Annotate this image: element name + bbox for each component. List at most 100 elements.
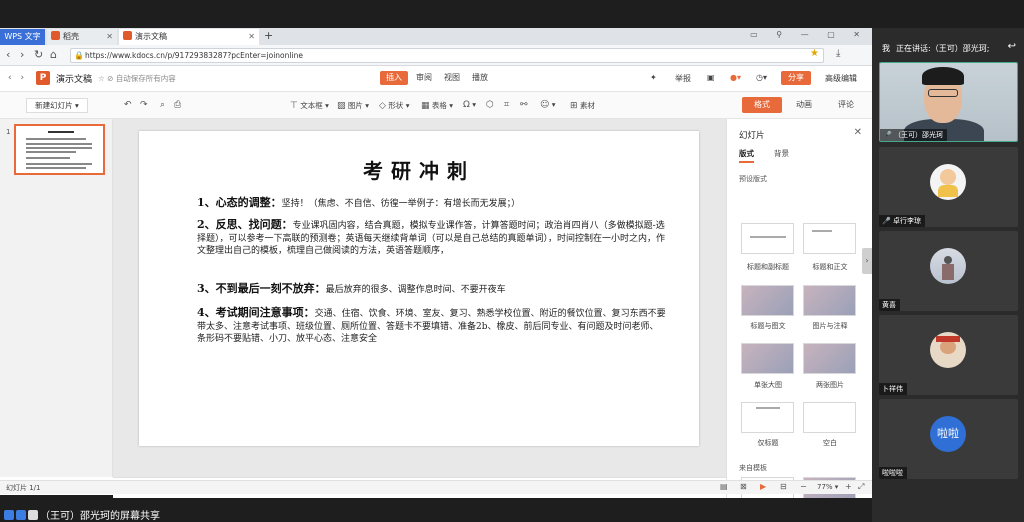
camera-icon[interactable]: ▣: [707, 73, 715, 82]
avatar-figure-body: [942, 264, 954, 280]
close-icon[interactable]: ✕: [248, 29, 255, 45]
me-label: 我: [882, 44, 890, 53]
record-icon[interactable]: ●▾: [730, 73, 741, 82]
forward-icon[interactable]: ›: [20, 48, 24, 61]
section-template: 来自模板: [739, 464, 767, 472]
layout-label: 仅标题: [757, 439, 779, 447]
undo-icon[interactable]: ↶: [124, 100, 132, 110]
download-icon[interactable]: ⤓: [836, 48, 840, 59]
tab-presentation[interactable]: 演示文稿 ✕: [119, 29, 259, 45]
participant-tile[interactable]: 黄喜: [879, 231, 1018, 311]
layout-title-subtitle[interactable]: [741, 223, 794, 254]
layout-label: 两张图片: [816, 381, 844, 389]
url-input[interactable]: 🔒 https://www.kdocs.cn/p/91729383287?pcEn…: [70, 48, 824, 63]
close-icon[interactable]: ✕: [106, 29, 113, 45]
screen-share-label: （王可）邵光珂的屏幕共享: [4, 507, 160, 522]
layout-single-image[interactable]: [741, 343, 794, 374]
find-icon[interactable]: ⌕: [160, 100, 165, 110]
pane-tab-animation[interactable]: 动画: [784, 97, 824, 113]
menu-tab-play[interactable]: 播放: [466, 71, 494, 85]
shape-button[interactable]: ◇ 形状 ▾: [379, 100, 409, 111]
lock-icon: 🔒: [74, 51, 84, 60]
browser-tabbar: WPS 文字 稻壳 ✕ 演示文稿 ✕ + ▭ ⚲ — ▢ ✕: [0, 28, 872, 45]
thumb-line: [26, 157, 70, 159]
close-icon[interactable]: ✕: [854, 127, 862, 138]
new-tab-button[interactable]: +: [264, 28, 273, 44]
participant-tile[interactable]: 🎤 （王可）邵光珂: [879, 62, 1018, 142]
share-button[interactable]: 分享: [781, 71, 811, 85]
home-icon[interactable]: ⌂: [50, 48, 57, 61]
slide-title[interactable]: 考研冲刺: [139, 155, 699, 184]
window-controls[interactable]: ▭ ⚲ — ▢ ✕: [750, 30, 868, 39]
link-icon[interactable]: ⚯: [520, 100, 528, 110]
slide[interactable]: 考研冲刺 1、心态的调整：坚持！（焦虑、不自信、彷徨一举例子：有增长而无发展；）…: [139, 131, 699, 446]
layout-mini: [756, 407, 780, 409]
table-button[interactable]: ▦ 表格 ▾: [421, 100, 453, 111]
tab-wps[interactable]: WPS 文字: [0, 29, 45, 45]
layout-label: 空白: [823, 439, 837, 447]
menu-tab-view[interactable]: 视图: [438, 71, 466, 85]
thumb-line: [26, 163, 92, 165]
report-button[interactable]: 举报: [675, 73, 691, 84]
back-icon[interactable]: ‹: [6, 48, 10, 61]
nav-arrows-icon[interactable]: ‹ ›: [8, 73, 27, 83]
image-button[interactable]: ▨ 图片 ▾: [337, 100, 369, 111]
participant-name: 🎤 卓行李琼: [879, 215, 925, 227]
point-body: 最后放弃的很多、调整作息时间、不要开夜车: [325, 285, 506, 295]
material-button[interactable]: ⊞ 素材: [570, 100, 595, 111]
fit-icon[interactable]: ⊟: [780, 482, 787, 491]
participant-name: 啦啦啦: [879, 467, 907, 479]
subtab-layout[interactable]: 版式: [739, 148, 754, 163]
sorter-view-icon[interactable]: ⊠: [740, 482, 747, 491]
tab-daoke[interactable]: 稻壳 ✕: [47, 29, 117, 45]
participant-tile[interactable]: 🎤 卓行李琼: [879, 147, 1018, 227]
browser-window: WPS 文字 稻壳 ✕ 演示文稿 ✕ + ▭ ⚲ — ▢ ✕ ‹ › ↻ ⌂ 🔒 ht…: [0, 28, 872, 498]
layout-blank[interactable]: [803, 402, 856, 433]
menu-tab-insert[interactable]: 插入: [380, 71, 408, 85]
menu-tab-review[interactable]: 审阅: [410, 71, 438, 85]
back-icon[interactable]: ↩: [1008, 41, 1016, 52]
subtab-background[interactable]: 背景: [774, 148, 789, 159]
print-icon[interactable]: ⎙: [174, 100, 181, 110]
zoom-level[interactable]: 77% ▾: [817, 483, 838, 491]
thumb-line: [26, 147, 92, 149]
layout-two-images[interactable]: [803, 343, 856, 374]
shape-tool-icon[interactable]: ⬡: [486, 100, 494, 110]
layout-title-image-text[interactable]: [741, 285, 794, 316]
participant-tile[interactable]: 卜祥伟: [879, 315, 1018, 395]
normal-view-icon[interactable]: ▤: [720, 482, 728, 491]
advanced-edit-button[interactable]: 高级编辑: [825, 73, 857, 84]
zoom-in-icon[interactable]: +: [845, 482, 852, 491]
slide-point-1[interactable]: 1、心态的调整：坚持！（焦虑、不自信、彷徨一举例子：有增长而无发展；）: [197, 196, 667, 211]
play-icon[interactable]: ▶: [760, 482, 766, 491]
slide-point-2[interactable]: 2、反思、找问题：专业课巩固内容，结合真题，模拟专业课作答，计算答题时间；政治肖…: [197, 218, 667, 258]
new-slide-button[interactable]: 新建幻灯片 ▾: [26, 98, 88, 113]
avatar-face: [940, 340, 956, 354]
redo-icon[interactable]: ↷: [140, 100, 148, 110]
layout-image-caption[interactable]: [803, 285, 856, 316]
crop-icon[interactable]: ⌗: [504, 100, 509, 110]
symbol-icon[interactable]: Ω ▾: [463, 100, 476, 110]
slide-point-4[interactable]: 4、考试期间注意事项：交通、住宿、饮食、环境、室友、复习、熟悉学校位置、附近的餐…: [197, 306, 667, 346]
slide-point-3[interactable]: 3、不到最后一刻不放弃：最后放弃的很多、调整作息时间、不要开夜车: [197, 282, 667, 297]
layout-title-only[interactable]: [741, 402, 794, 433]
section-preset: 预设版式: [739, 175, 767, 183]
refresh-icon[interactable]: ↻: [34, 48, 43, 61]
emoji-icon[interactable]: ☺ ▾: [540, 100, 556, 110]
bookmark-star-icon[interactable]: ★: [810, 48, 819, 59]
user-icon: [4, 510, 14, 520]
layout-title-body[interactable]: [803, 223, 856, 254]
history-icon[interactable]: ◷▾: [756, 73, 767, 82]
layout-mini: [812, 230, 832, 232]
collapse-pane-button[interactable]: ›: [862, 248, 872, 274]
textbox-button[interactable]: ⊤ 文本框 ▾: [290, 100, 329, 111]
fullscreen-icon[interactable]: ⤢: [858, 482, 864, 492]
participant-tile[interactable]: 啦啦 啦啦啦: [879, 399, 1018, 479]
pane-tab-format[interactable]: 格式: [742, 97, 782, 113]
zoom-out-icon[interactable]: −: [800, 482, 807, 491]
pane-tab-comment[interactable]: 评论: [826, 97, 866, 113]
layout-label: 标题和正文: [812, 263, 848, 271]
magic-icon[interactable]: ✦: [650, 73, 657, 82]
slide-thumbnail[interactable]: [14, 124, 105, 175]
document-title[interactable]: 演示文稿: [56, 72, 92, 85]
